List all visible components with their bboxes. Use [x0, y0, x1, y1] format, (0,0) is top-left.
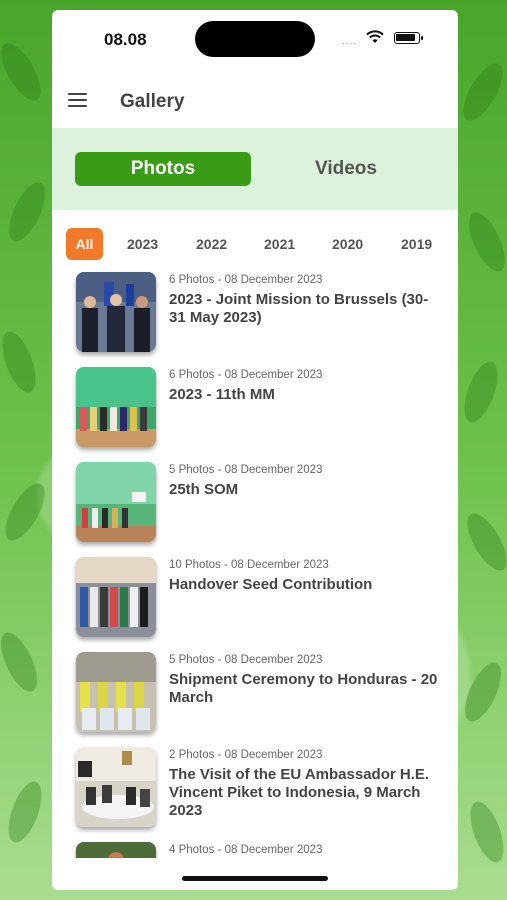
album-thumbnail [76, 557, 156, 637]
dynamic-island [195, 21, 315, 57]
app-screen: 08.08 .... Gallery Photos Videos All 202… [52, 10, 458, 890]
year-chip-2023[interactable]: 2023 [127, 228, 158, 260]
album-title: The Visit of the EU Ambassador H.E. Vinc… [169, 766, 430, 819]
hamburger-menu-icon[interactable] [68, 93, 87, 107]
album-meta: 5 Photos - 08 December 2023 [169, 464, 323, 476]
year-chip-2021[interactable]: 2021 [264, 228, 295, 260]
album-title: Shipment Ceremony to Honduras - 20 March [169, 671, 438, 706]
status-time: 08.08 [104, 30, 147, 49]
signal-icon: .... [342, 36, 358, 47]
album-meta: 10 Photos - 08 December 2023 [169, 559, 329, 571]
album-thumbnail [76, 747, 156, 827]
album-meta: 6 Photos - 08 December 2023 [169, 274, 323, 286]
app-header: Gallery [52, 68, 458, 128]
status-bar: 08.08 .... [52, 10, 458, 68]
album-thumbnail [76, 367, 156, 447]
album-item[interactable]: 6 Photos - 08 December 2023 2023 - Joint… [52, 272, 458, 362]
album-title: 2023 - Joint Mission to Brussels (30-31 … [169, 291, 429, 326]
album-item[interactable]: 5 Photos - 08 December 2023 25th SOM [52, 462, 458, 552]
year-chip-2020[interactable]: 2020 [332, 228, 363, 260]
album-meta: 4 Photos - 08 December 2023 [169, 844, 323, 856]
tab-photos[interactable]: Photos [75, 152, 251, 186]
album-thumbnail [76, 652, 156, 732]
tab-videos[interactable]: Videos [266, 152, 426, 186]
album-item[interactable]: 2 Photos - 08 December 2023 The Visit of… [52, 747, 458, 837]
album-thumbnail [76, 272, 156, 352]
battery-icon [394, 32, 423, 44]
year-chip-2022[interactable]: 2022 [196, 228, 227, 260]
album-item[interactable]: 6 Photos - 08 December 2023 2023 - 11th … [52, 367, 458, 457]
year-chip-all[interactable]: All [66, 228, 103, 260]
album-meta: 5 Photos - 08 December 2023 [169, 654, 323, 666]
year-chip-2019[interactable]: 2019 [401, 228, 432, 260]
album-item[interactable]: 10 Photos - 08 December 2023 Handover Se… [52, 557, 458, 647]
album-meta: 2 Photos - 08 December 2023 [169, 749, 323, 761]
page-title: Gallery [120, 91, 185, 112]
home-indicator[interactable] [182, 876, 328, 881]
bottom-safe-area [52, 858, 458, 890]
album-item[interactable]: 5 Photos - 08 December 2023 Shipment Cer… [52, 652, 458, 742]
media-tab-bar: Photos Videos [52, 128, 458, 210]
album-title: Handover Seed Contribution [169, 576, 373, 593]
album-title: 2023 - 11th MM [169, 386, 275, 403]
wifi-icon [366, 30, 384, 43]
album-meta: 6 Photos - 08 December 2023 [169, 369, 323, 381]
year-filter-bar: All 2023 2022 2021 2020 2019 [52, 228, 458, 264]
album-title: 25th SOM [169, 481, 239, 498]
album-thumbnail [76, 462, 156, 542]
